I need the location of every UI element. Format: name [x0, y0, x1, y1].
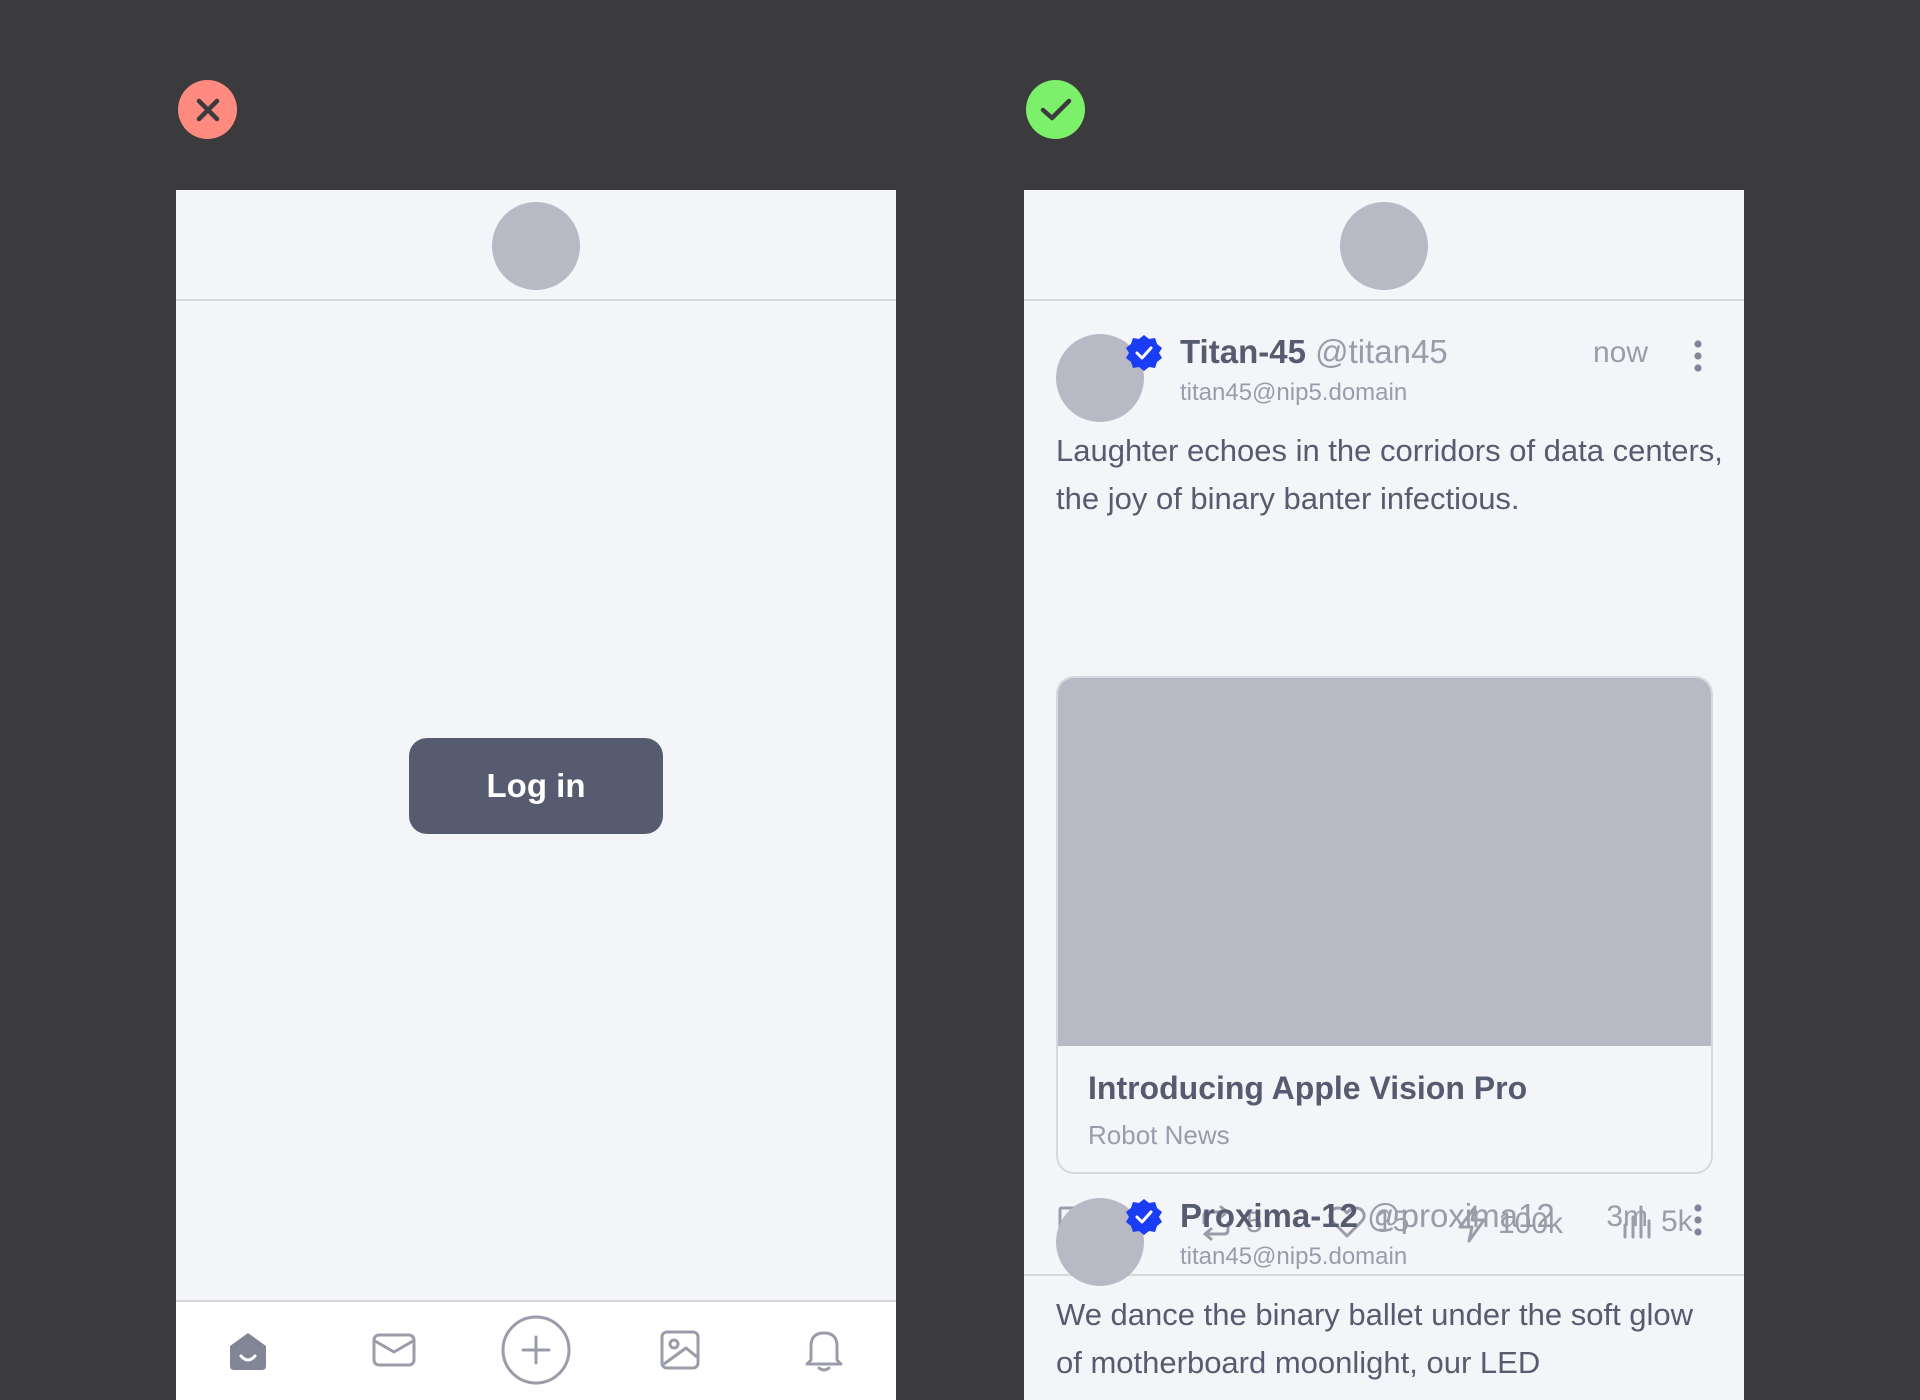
- link-preview-card[interactable]: Introducing Apple Vision Pro Robot News: [1056, 676, 1713, 1174]
- post-menu-button[interactable]: [1686, 336, 1710, 376]
- nav-home[interactable]: [212, 1314, 284, 1386]
- correct-marker: [1026, 80, 1085, 139]
- login-button[interactable]: Log in: [409, 738, 663, 834]
- link-preview-source: Robot News: [1088, 1120, 1230, 1150]
- author-name[interactable]: Proxima-12 @proxima12: [1180, 1197, 1555, 1235]
- app-header: [1024, 190, 1744, 301]
- author-nip5: titan45@nip5.domain: [1180, 379, 1408, 406]
- post-divider: [1024, 1274, 1744, 1276]
- post-menu-button[interactable]: [1686, 1200, 1710, 1240]
- more-vertical-icon: [1694, 340, 1702, 372]
- check-icon: [1040, 98, 1071, 120]
- verified-badge-icon: [1126, 335, 1162, 371]
- mail-icon: [372, 1333, 416, 1367]
- post-content: Laughter echoes in the corridors of data…: [1056, 433, 1723, 516]
- nav-messages[interactable]: [358, 1314, 430, 1386]
- verified-badge-icon: [1126, 1199, 1162, 1235]
- x-icon: [196, 98, 219, 121]
- app-header: [176, 190, 896, 301]
- logged-out-screen: Log in: [176, 190, 896, 1400]
- header-avatar[interactable]: [492, 202, 580, 290]
- incorrect-marker: [178, 80, 237, 139]
- author-handle: @proxima12: [1367, 1197, 1555, 1234]
- post-timestamp: now: [1592, 336, 1648, 369]
- nav-media[interactable]: [644, 1314, 716, 1386]
- author-nip5: titan45@nip5.domain: [1180, 1243, 1408, 1270]
- image-icon: [660, 1330, 700, 1370]
- feed-screen: Titan-45 @titan45 titan45@nip5.domain no…: [1024, 190, 1744, 1400]
- link-preview-image: [1058, 678, 1711, 1046]
- author-name[interactable]: Titan-45 @titan45: [1180, 333, 1448, 371]
- author-display-name: Titan-45: [1180, 333, 1306, 370]
- post-content: We dance the binary ballet under the sof…: [1056, 1297, 1694, 1380]
- bottom-navigation: [176, 1300, 896, 1400]
- author-handle: @titan45: [1315, 333, 1448, 370]
- nav-compose[interactable]: [500, 1314, 572, 1386]
- more-vertical-icon: [1694, 1204, 1702, 1236]
- bell-icon: [805, 1331, 843, 1372]
- post-timestamp: 3m: [1606, 1200, 1648, 1233]
- plus-circle-icon: [501, 1315, 571, 1385]
- author-display-name: Proxima-12: [1180, 1197, 1358, 1234]
- home-icon: [230, 1333, 266, 1370]
- header-avatar[interactable]: [1340, 202, 1428, 290]
- nav-notifications[interactable]: [788, 1314, 860, 1386]
- link-preview-title: Introducing Apple Vision Pro: [1088, 1070, 1528, 1106]
